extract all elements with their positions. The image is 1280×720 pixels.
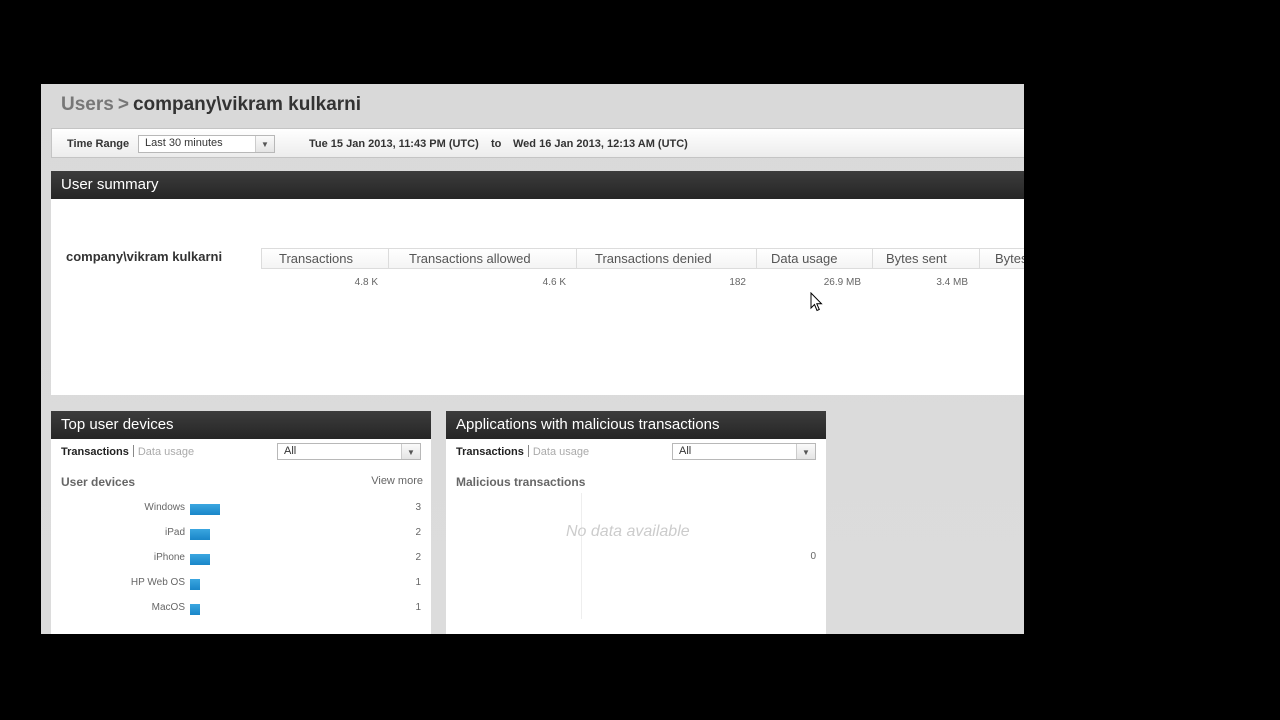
tab-transactions[interactable]: Transactions	[61, 446, 129, 458]
time-range-label: Time Range	[67, 138, 130, 150]
tab-data-usage[interactable]: Data usage	[138, 446, 194, 458]
malicious-filter-value: All	[679, 445, 692, 457]
tab-data-usage[interactable]: Data usage	[533, 446, 589, 458]
breadcrumb-users-link[interactable]: Users	[61, 94, 114, 115]
summary-col-bytes-received[interactable]: Bytes	[979, 248, 1024, 269]
device-label: Windows	[144, 502, 185, 513]
device-label: MacOS	[151, 602, 185, 613]
device-count: 2	[415, 527, 421, 538]
device-count: 1	[415, 602, 421, 613]
devices-tabs: Transactions Data usage	[61, 445, 194, 458]
tab-transactions[interactable]: Transactions	[456, 446, 524, 458]
summary-col-data-usage[interactable]: Data usage	[756, 248, 872, 269]
device-bar[interactable]	[190, 579, 200, 590]
time-range-to: Wed 16 Jan 2013, 12:13 AM (UTC)	[513, 138, 688, 150]
malicious-apps-panel: Applications with malicious transactions…	[446, 411, 826, 634]
chart-axis-line	[581, 493, 582, 619]
device-label: iPhone	[153, 552, 185, 563]
mouse-pointer-icon	[810, 292, 823, 312]
chevron-down-icon: ▼	[255, 136, 274, 152]
tab-divider	[527, 445, 529, 457]
chevron-down-icon: ▼	[796, 444, 815, 459]
app-viewport: Users > company\vikram kulkarni Time Range…	[41, 84, 1024, 634]
summary-val-data-usage: 26.9 MB	[823, 277, 861, 288]
user-summary-panel: User summary company\vikram kulkarni Tra…	[51, 171, 1024, 395]
device-bar[interactable]	[190, 504, 220, 515]
time-range-to-label: to	[491, 138, 502, 150]
tab-divider	[132, 445, 134, 457]
malicious-tabs: Transactions Data usage	[456, 445, 589, 458]
time-range-value: Last 30 minutes	[145, 137, 223, 149]
malicious-transactions-subhead: Malicious transactions	[456, 475, 586, 489]
summary-col-transactions[interactable]: Transactions	[261, 248, 388, 269]
summary-col-bytes-sent[interactable]: Bytes sent	[872, 248, 979, 269]
summary-col-transactions-allowed[interactable]: Transactions allowed	[388, 248, 576, 269]
device-count: 1	[415, 577, 421, 588]
devices-filter-select[interactable]: All ▼	[277, 443, 421, 460]
user-summary-title: User summary	[51, 171, 1024, 199]
device-label: HP Web OS	[130, 577, 185, 588]
device-bar[interactable]	[190, 529, 210, 540]
device-bar[interactable]	[190, 604, 200, 615]
user-devices-subhead: User devices	[61, 475, 136, 489]
top-user-devices-title: Top user devices	[51, 411, 431, 439]
zero-count: 0	[810, 551, 816, 562]
device-label: iPad	[164, 527, 185, 538]
no-data-message: No data available	[566, 523, 690, 540]
device-count: 3	[415, 502, 421, 513]
summary-col-transactions-denied[interactable]: Transactions denied	[576, 248, 756, 269]
malicious-apps-title: Applications with malicious transactions	[446, 411, 826, 439]
malicious-filter-select[interactable]: All ▼	[672, 443, 816, 460]
time-range-select[interactable]: Last 30 minutes ▼	[138, 135, 275, 153]
summary-val-bytes-sent: 3.4 MB	[936, 277, 968, 288]
device-bar[interactable]	[190, 554, 210, 565]
summary-val-transactions: 4.8 K	[354, 277, 378, 288]
summary-val-transactions-allowed: 4.6 K	[542, 277, 566, 288]
time-range-bar: Time Range Last 30 minutes ▼ Tue 15 Jan …	[51, 128, 1024, 158]
chevron-down-icon: ▼	[401, 444, 420, 459]
breadcrumb-separator: >	[117, 94, 129, 115]
breadcrumb-current: company\vikram kulkarni	[132, 94, 362, 115]
devices-filter-value: All	[284, 445, 297, 457]
view-more-link[interactable]: View more	[371, 475, 423, 487]
time-range-from: Tue 15 Jan 2013, 11:43 PM (UTC)	[309, 138, 479, 150]
breadcrumb: Users > company\vikram kulkarni	[61, 94, 361, 116]
summary-username: company\vikram kulkarni	[66, 249, 223, 264]
device-count: 2	[415, 552, 421, 563]
summary-val-transactions-denied: 182	[729, 277, 746, 288]
top-user-devices-panel: Top user devices Transactions Data usage …	[51, 411, 431, 634]
